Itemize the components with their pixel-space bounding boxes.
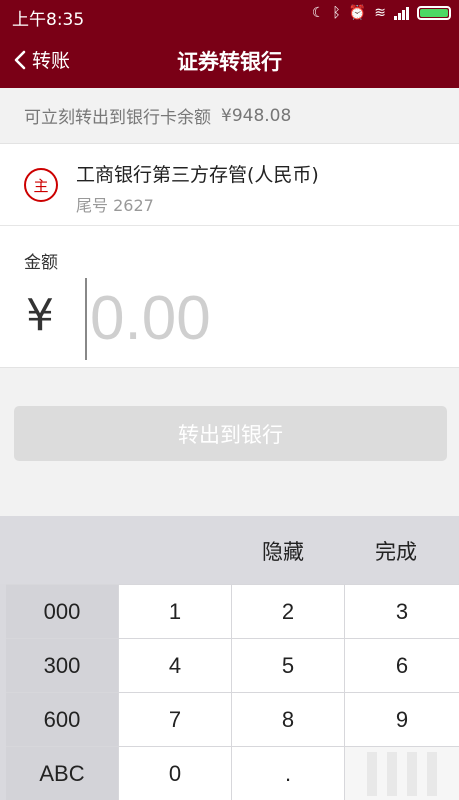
key-4[interactable]: 4: [118, 638, 231, 692]
key-9[interactable]: 9: [344, 692, 459, 746]
key-000[interactable]: 000: [6, 584, 118, 638]
amount-input[interactable]: [90, 282, 430, 354]
bank-account-row[interactable]: 主 工商银行第三方存管(人民币) 尾号 2627: [0, 144, 459, 226]
back-button[interactable]: 转账: [14, 46, 70, 73]
moon-icon: ☾: [311, 5, 325, 21]
signal-icon: [394, 6, 409, 20]
key-8[interactable]: 8: [231, 692, 344, 746]
key-0[interactable]: 0: [118, 746, 231, 800]
chevron-left-icon: [14, 50, 26, 69]
keyboard-grid: 000 1 2 3 300 4 5 6 600 7 8 9 ABC 0 .: [6, 584, 459, 800]
key-5[interactable]: 5: [231, 638, 344, 692]
transfer-out-button[interactable]: 转出到银行: [14, 406, 447, 461]
balance-row: 可立刻转出到银行卡余额 ¥948.08: [0, 88, 459, 144]
key-3[interactable]: 3: [344, 584, 459, 638]
key-600[interactable]: 600: [6, 692, 118, 746]
key-delete[interactable]: [344, 746, 459, 800]
text-cursor: [85, 278, 87, 360]
numeric-keyboard: 隐藏 完成 000 1 2 3 300 4 5 6 600 7 8 9 ABC …: [0, 516, 459, 800]
key-6[interactable]: 6: [344, 638, 459, 692]
status-bar: 上午8:35 ☾ ᛒ ⏰ ≋: [0, 0, 459, 32]
battery-icon: [417, 6, 451, 20]
bluetooth-icon: ᛒ: [332, 5, 341, 21]
nav-bar: 转账 证券转银行: [0, 32, 459, 88]
status-time: 上午8:35: [12, 10, 85, 30]
blurred-watermark: [367, 751, 437, 796]
balance-label: 可立刻转出到银行卡余额: [24, 108, 211, 128]
key-dot[interactable]: .: [231, 746, 344, 800]
amount-label: 金额: [24, 253, 58, 273]
wifi-icon: ≋: [374, 5, 386, 21]
balance-amount: ¥948.08: [221, 105, 292, 126]
status-icons: ☾ ᛒ ⏰ ≋: [312, 5, 451, 21]
key-1[interactable]: 1: [118, 584, 231, 638]
bank-logo-icon: 主: [24, 168, 58, 202]
key-abc[interactable]: ABC: [6, 746, 118, 800]
alarm-icon: ⏰: [348, 5, 367, 21]
keyboard-toolbar: 隐藏 完成: [0, 516, 459, 584]
key-2[interactable]: 2: [231, 584, 344, 638]
amount-section: 金额 ¥: [0, 226, 459, 368]
key-300[interactable]: 300: [6, 638, 118, 692]
currency-symbol: ¥: [26, 290, 54, 341]
bank-card-tail: 尾号 2627: [76, 196, 154, 215]
keyboard-done-button[interactable]: 完成: [375, 536, 417, 566]
key-7[interactable]: 7: [118, 692, 231, 746]
keyboard-hide-button[interactable]: 隐藏: [262, 536, 304, 566]
bank-name: 工商银行第三方存管(人民币): [76, 164, 319, 186]
back-label: 转账: [32, 50, 71, 72]
